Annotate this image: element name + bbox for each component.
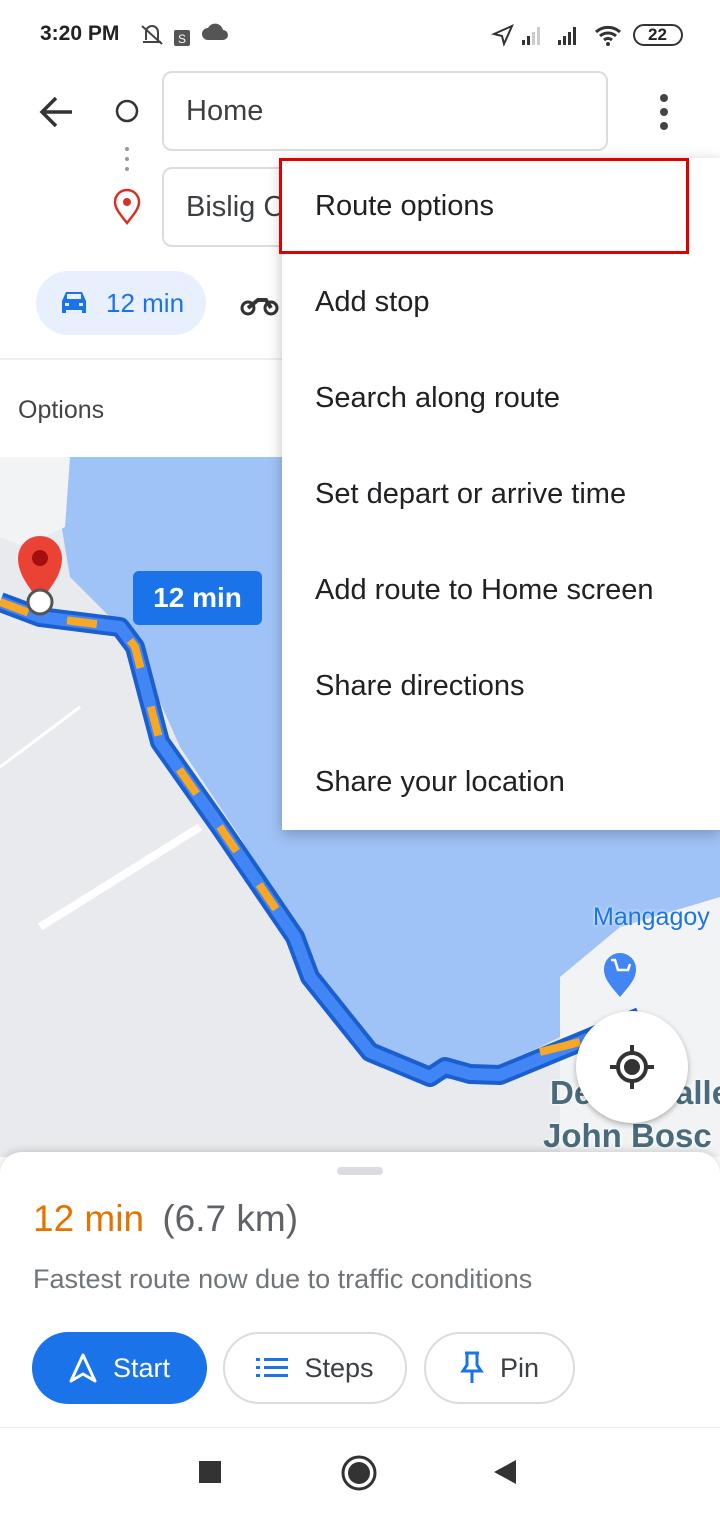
battery-level: 22 — [648, 25, 667, 44]
pin-button[interactable]: Pin — [424, 1332, 575, 1404]
car-icon — [62, 292, 86, 313]
origin-input[interactable]: Home — [162, 71, 608, 151]
mode-driving-chip[interactable]: 12 min — [36, 271, 206, 335]
more-options-icon[interactable] — [652, 92, 676, 132]
start-button[interactable]: Start — [32, 1332, 207, 1404]
navigation-arrow-icon — [69, 1353, 97, 1383]
route-description: Fastest route now due to traffic conditi… — [33, 1264, 533, 1294]
menu-item-route-options[interactable]: Route options — [279, 158, 720, 254]
svg-text:S: S — [178, 32, 186, 46]
recents-button[interactable] — [199, 1461, 221, 1483]
road — [0, 705, 81, 769]
road — [37, 823, 203, 931]
route-summary: 12 min (6.7 km) — [33, 1198, 298, 1240]
my-location-button[interactable] — [576, 1011, 688, 1123]
motorcycle-icon[interactable] — [240, 290, 280, 318]
steps-button[interactable]: Steps — [223, 1332, 407, 1404]
system-nav-bar — [0, 1427, 720, 1520]
map-place-label: Mangagoy — [593, 903, 710, 931]
back-button[interactable] — [492, 1458, 518, 1486]
route-summary-sheet: 12 min (6.7 km) Fastest route now due to… — [0, 1152, 720, 1427]
list-icon — [256, 1358, 289, 1377]
menu-item-share-location[interactable]: Share your location — [282, 734, 720, 830]
menu-item-add-stop[interactable]: Add stop — [282, 254, 720, 350]
my-location-icon — [610, 1045, 654, 1089]
route-duration: 12 min — [33, 1198, 145, 1239]
destination-dot — [26, 588, 54, 616]
town-area — [0, 457, 70, 547]
route-time-badge[interactable]: 12 min — [133, 571, 262, 625]
status-notification-icons: S — [141, 23, 228, 46]
highlight-box — [279, 158, 689, 254]
home-button[interactable] — [340, 1454, 378, 1492]
menu-item-add-route-home[interactable]: Add route to Home screen — [282, 542, 720, 638]
menu-item-search-along-route[interactable]: Search along route — [282, 350, 720, 446]
overflow-menu: Route options Add stop Search along rout… — [279, 158, 720, 830]
route-distance: (6.7 km) — [162, 1198, 299, 1239]
status-time: 3:20 PM — [40, 22, 120, 45]
options-button[interactable]: Options — [18, 396, 104, 425]
origin-text: Home — [186, 94, 264, 127]
menu-item-share-directions[interactable]: Share directions — [282, 638, 720, 734]
route-connector-icons — [113, 99, 141, 226]
back-arrow-icon[interactable] — [38, 94, 78, 130]
driving-time: 12 min — [106, 287, 185, 318]
menu-item-set-depart-time[interactable]: Set depart or arrive time — [282, 446, 720, 542]
status-bar: 3:20 PM S 22 — [0, 0, 720, 70]
drag-handle[interactable] — [337, 1167, 383, 1175]
destination-text: Bislig C — [186, 190, 285, 223]
pin-icon — [460, 1351, 484, 1383]
